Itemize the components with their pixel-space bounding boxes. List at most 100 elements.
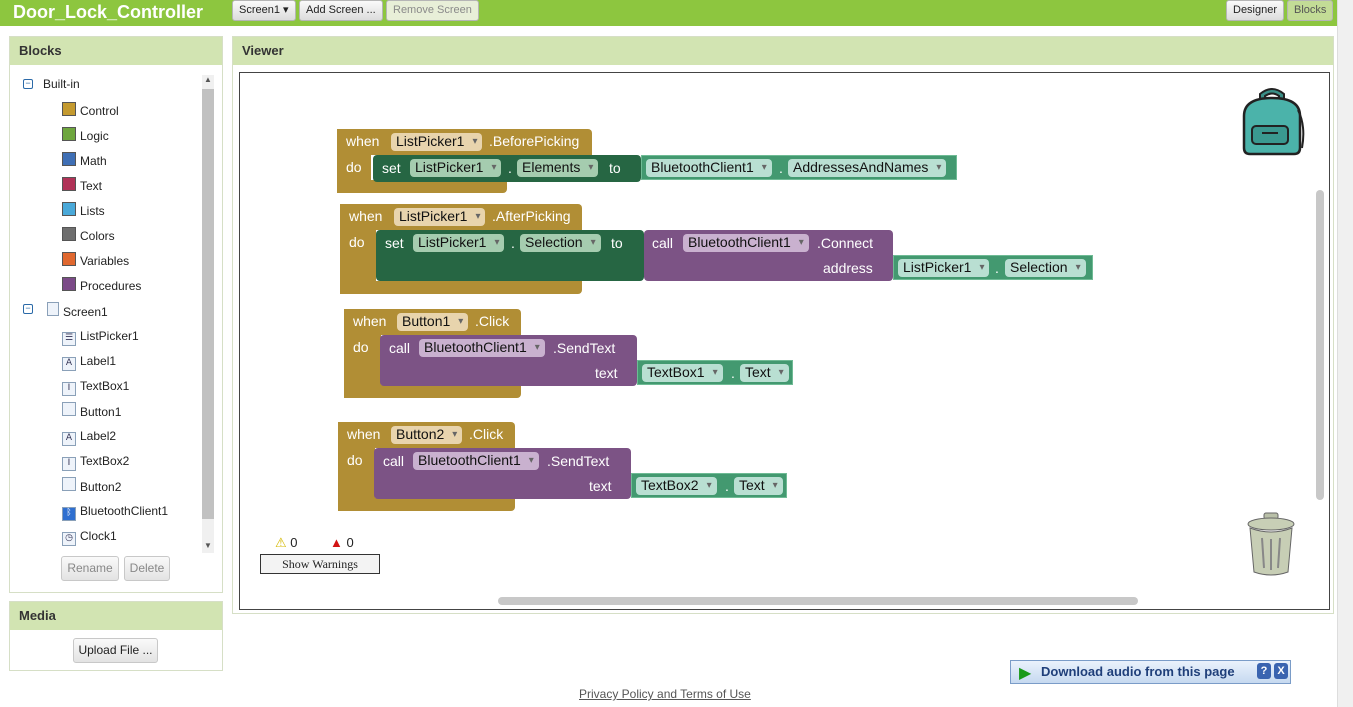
call-keyword: call	[383, 453, 405, 469]
builtin-label: Text	[80, 179, 103, 193]
component-label: Label2	[80, 429, 117, 443]
component-textbox1[interactable]: I TextBox1	[62, 377, 129, 396]
trash-icon[interactable]	[1245, 512, 1297, 578]
call-keyword: call	[652, 235, 674, 251]
builtin-control[interactable]: Control	[62, 102, 119, 120]
builtin-colors[interactable]: Colors	[62, 227, 115, 245]
variables-swatch-icon	[62, 252, 76, 266]
page-scrollbar[interactable]	[1337, 0, 1353, 707]
backpack-icon[interactable]	[1238, 86, 1306, 158]
component-textbox2[interactable]: I TextBox2	[62, 452, 130, 471]
component-label1[interactable]: A Label1	[62, 352, 117, 371]
component-button1[interactable]: Button1	[62, 402, 121, 420]
component-dropdown[interactable]: Button1	[397, 313, 469, 331]
blocks-panel-title: Blocks	[10, 37, 222, 65]
upload-file-button[interactable]: Upload File ...	[73, 638, 158, 663]
warnings-count: 0	[290, 535, 298, 550]
media-panel-title: Media	[10, 602, 222, 630]
designer-button[interactable]: Designer	[1226, 0, 1285, 21]
property-dropdown[interactable]: Text	[734, 477, 783, 495]
builtin-variables[interactable]: Variables	[62, 252, 129, 270]
close-icon[interactable]: X	[1274, 663, 1288, 679]
component-clock1[interactable]: ◷ Clock1	[62, 527, 117, 546]
workspace-horizontal-scrollbar[interactable]	[498, 597, 1138, 605]
event-block-button1-footer[interactable]	[344, 385, 521, 398]
builtin-procedures[interactable]: Procedures	[62, 277, 141, 295]
show-warnings-button[interactable]: Show Warnings	[260, 554, 380, 574]
workspace-vertical-scrollbar[interactable]	[1316, 190, 1324, 500]
component-bluetoothclient1[interactable]: ᛒ BluetoothClient1	[62, 502, 168, 521]
event-block-button2-footer[interactable]	[338, 498, 515, 511]
bluetooth-icon: ᛒ	[62, 507, 76, 521]
builtin-text[interactable]: Text	[62, 177, 102, 195]
event-name: .Click	[475, 313, 510, 329]
component-dropdown[interactable]: BluetoothClient1	[413, 452, 539, 470]
component-dropdown[interactable]: ListPicker1	[413, 234, 505, 252]
scroll-down-icon[interactable]: ▼	[204, 541, 212, 550]
textbox-icon: I	[62, 457, 76, 471]
errors-indicator[interactable]: ▲ 0	[330, 535, 354, 550]
component-dropdown[interactable]: ListPicker1	[394, 208, 486, 226]
argument-label: text	[589, 478, 612, 494]
component-button2[interactable]: Button2	[62, 477, 121, 495]
app-title: Door_Lock_Controller	[13, 2, 204, 22]
builtin-label: Variables	[80, 254, 130, 268]
help-icon[interactable]: ?	[1257, 663, 1271, 679]
warnings-indicator[interactable]: ⚠ 0	[275, 535, 298, 551]
scroll-up-icon[interactable]: ▲	[204, 75, 212, 84]
top-toolbar: Door_Lock_Controller Screen1 ▾ Add Scree…	[0, 0, 1338, 26]
collapse-builtin-icon[interactable]: −	[23, 79, 33, 89]
builtin-lists[interactable]: Lists	[62, 202, 105, 220]
property-dropdown[interactable]: Elements	[517, 159, 599, 177]
component-dropdown[interactable]: TextBox1	[642, 364, 723, 382]
component-label2[interactable]: A Label2	[62, 427, 117, 446]
button-icon	[62, 477, 76, 491]
builtin-logic[interactable]: Logic	[62, 127, 109, 145]
blocks-tree-scrollbar[interactable]: ▲ ▼	[202, 75, 214, 553]
play-icon[interactable]: ▶	[1019, 663, 1031, 683]
builtin-label: Colors	[80, 229, 115, 243]
download-audio-button[interactable]: Download audio from this page	[1041, 664, 1235, 679]
blocks-tree-scroll-thumb[interactable]	[202, 89, 214, 519]
do-keyword: do	[347, 452, 363, 468]
component-dropdown[interactable]: ListPicker1	[898, 259, 990, 277]
component-dropdown[interactable]: BluetoothClient1	[646, 159, 772, 177]
builtin-math[interactable]: Math	[62, 152, 107, 170]
property-dropdown[interactable]: Selection	[1005, 259, 1086, 277]
do-keyword: do	[353, 339, 369, 355]
property-dropdown[interactable]: Selection	[520, 234, 601, 252]
when-keyword: when	[347, 426, 381, 442]
component-label: Label1	[80, 354, 117, 368]
add-screen-button[interactable]: Add Screen ...	[299, 0, 383, 21]
event-block-afterpicking-footer[interactable]	[340, 281, 582, 294]
component-dropdown[interactable]: Button2	[391, 426, 463, 444]
argument-label: address	[823, 260, 873, 276]
to-keyword: to	[609, 160, 621, 176]
screen-select-dropdown[interactable]: Screen1 ▾	[232, 0, 296, 21]
screen-icon	[47, 302, 59, 316]
delete-button[interactable]: Delete	[124, 556, 170, 581]
rename-button[interactable]: Rename	[61, 556, 119, 581]
tree-builtin[interactable]: Built-in	[43, 75, 80, 93]
event-name: .AfterPicking	[492, 208, 571, 224]
privacy-policy-link[interactable]: Privacy Policy and Terms of Use	[579, 687, 751, 701]
remove-screen-button[interactable]: Remove Screen	[386, 0, 479, 21]
component-dropdown[interactable]: TextBox2	[636, 477, 717, 495]
component-dropdown[interactable]: ListPicker1	[410, 159, 502, 177]
text-swatch-icon	[62, 177, 76, 191]
component-label: Clock1	[80, 529, 117, 543]
error-icon: ▲	[330, 535, 343, 550]
tree-screen1[interactable]: Screen1	[47, 302, 108, 320]
component-dropdown[interactable]: ListPicker1	[391, 133, 483, 151]
collapse-screen-icon[interactable]: −	[23, 304, 33, 314]
argument-label: text	[595, 365, 618, 381]
component-dropdown[interactable]: BluetoothClient1	[419, 339, 545, 357]
component-listpicker1[interactable]: ☰ ListPicker1	[62, 327, 139, 346]
dot-separator: .	[511, 235, 515, 251]
component-label: TextBox2	[80, 454, 130, 468]
component-dropdown[interactable]: BluetoothClient1	[683, 234, 809, 252]
blocks-button[interactable]: Blocks	[1287, 0, 1334, 21]
property-dropdown[interactable]: AddressesAndNames	[788, 159, 947, 177]
builtin-label: Math	[80, 154, 107, 168]
property-dropdown[interactable]: Text	[740, 364, 789, 382]
